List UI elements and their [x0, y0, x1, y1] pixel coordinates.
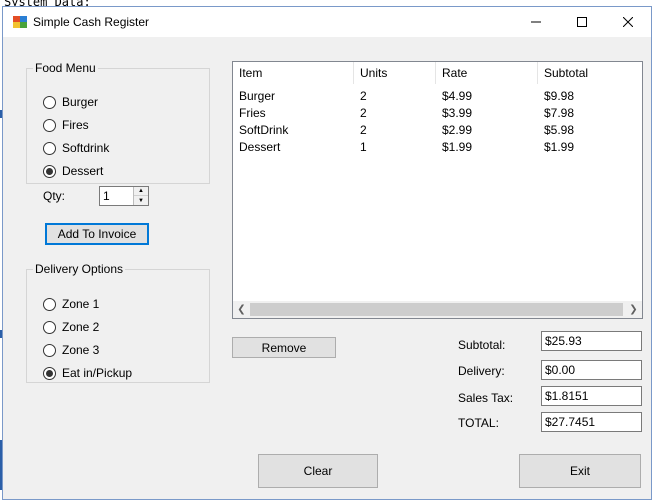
scroll-left-icon[interactable]: ❮ — [233, 301, 250, 318]
cell-units: 2 — [360, 106, 367, 120]
radio-circle — [43, 141, 56, 155]
cell-item: Fries — [239, 106, 266, 120]
list-header: Item Units Rate Subtotal — [233, 62, 642, 84]
scroll-right-icon[interactable]: ❯ — [625, 301, 642, 318]
stepper-down-icon[interactable]: ▼ — [134, 196, 148, 205]
radio-circle-checked — [43, 366, 56, 380]
radio-label: Softdrink — [62, 141, 110, 155]
cash-register-window: Simple Cash Register Food Menu Burger Fi… — [2, 6, 652, 500]
radio-label: Zone 2 — [62, 320, 100, 334]
delivery-options-legend: Delivery Options — [33, 262, 126, 276]
maximize-icon — [577, 17, 587, 27]
list-item[interactable]: Dessert 1 $1.99 $1.99 — [233, 139, 642, 156]
radio-dessert[interactable]: Dessert — [43, 164, 103, 178]
close-icon — [623, 17, 633, 27]
cell-rate: $1.99 — [442, 140, 473, 154]
radio-softdrink[interactable]: Softdrink — [43, 141, 109, 155]
cell-subtotal: $1.99 — [544, 140, 575, 154]
invoice-list[interactable]: Item Units Rate Subtotal Burger 2 $4.99 … — [232, 61, 643, 319]
scroll-thumb[interactable] — [250, 303, 623, 316]
food-menu-legend: Food Menu — [33, 61, 98, 75]
qty-value: 1 — [103, 189, 110, 203]
radio-label: Zone 1 — [62, 297, 100, 311]
clear-button[interactable]: Clear — [258, 454, 378, 488]
radio-circle — [43, 320, 56, 334]
column-header-item[interactable]: Item — [233, 62, 354, 84]
list-item[interactable]: Burger 2 $4.99 $9.98 — [233, 88, 642, 105]
cell-units: 1 — [360, 140, 367, 154]
food-menu-group: Food Menu Burger Fires Softdrink Dessert — [26, 61, 210, 184]
radio-zone-3[interactable]: Zone 3 — [43, 343, 99, 357]
maximize-button[interactable] — [559, 7, 605, 37]
remove-button[interactable]: Remove — [232, 337, 336, 358]
column-header-subtotal[interactable]: Subtotal — [538, 62, 642, 84]
cell-rate: $4.99 — [442, 89, 473, 103]
subtotal-field[interactable]: $25.93 — [541, 331, 642, 351]
minimize-icon — [531, 21, 541, 23]
delivery-label: Delivery: — [458, 364, 505, 378]
list-item[interactable]: Fries 2 $3.99 $7.98 — [233, 105, 642, 122]
radio-label: Eat in/Pickup — [62, 366, 133, 380]
radio-fires[interactable]: Fires — [43, 118, 89, 132]
cell-rate: $2.99 — [442, 123, 473, 137]
cell-units: 2 — [360, 89, 367, 103]
radio-label: Burger — [62, 95, 99, 109]
column-header-rate[interactable]: Rate — [436, 62, 538, 84]
radio-circle-checked — [43, 164, 56, 178]
subtotal-label: Subtotal: — [458, 338, 506, 352]
cell-item: Burger — [239, 89, 276, 103]
sales-tax-label: Sales Tax: — [458, 391, 514, 405]
delivery-options-group: Delivery Options Zone 1 Zone 2 Zone 3 Ea… — [26, 262, 210, 383]
total-label: TOTAL: — [458, 416, 499, 430]
column-header-units[interactable]: Units — [354, 62, 436, 84]
radio-circle — [43, 297, 56, 311]
radio-zone-2[interactable]: Zone 2 — [43, 320, 99, 334]
total-field[interactable]: $27.7451 — [541, 412, 642, 432]
list-item[interactable]: SoftDrink 2 $2.99 $5.98 — [233, 122, 642, 139]
title-bar[interactable]: Simple Cash Register — [3, 7, 651, 37]
radio-eat-in-pickup[interactable]: Eat in/Pickup — [43, 366, 132, 380]
radio-circle — [43, 343, 56, 357]
horizontal-scrollbar[interactable]: ❮ ❯ — [233, 301, 642, 318]
stepper-up-icon[interactable]: ▲ — [134, 187, 148, 196]
qty-stepper[interactable]: 1 ▲ ▼ — [99, 186, 149, 206]
cell-item: SoftDrink — [239, 123, 289, 137]
exit-button[interactable]: Exit — [519, 454, 641, 488]
close-button[interactable] — [605, 7, 651, 37]
radio-circle — [43, 118, 56, 132]
radio-label: Fires — [62, 118, 89, 132]
cell-subtotal: $9.98 — [544, 89, 575, 103]
app-icon — [13, 16, 27, 28]
qty-label: Qty: — [43, 189, 66, 203]
delivery-field[interactable]: $0.00 — [541, 360, 642, 380]
add-to-invoice-button[interactable]: Add To Invoice — [45, 223, 149, 245]
cell-rate: $3.99 — [442, 106, 473, 120]
radio-label: Dessert — [62, 164, 104, 178]
cell-subtotal: $7.98 — [544, 106, 575, 120]
cell-subtotal: $5.98 — [544, 123, 575, 137]
window-title: Simple Cash Register — [33, 15, 150, 29]
radio-burger[interactable]: Burger — [43, 95, 98, 109]
radio-label: Zone 3 — [62, 343, 100, 357]
cell-units: 2 — [360, 123, 367, 137]
minimize-button[interactable] — [513, 7, 559, 37]
radio-circle — [43, 95, 56, 109]
cell-item: Dessert — [239, 140, 281, 154]
radio-zone-1[interactable]: Zone 1 — [43, 297, 99, 311]
sales-tax-field[interactable]: $1.8151 — [541, 386, 642, 406]
